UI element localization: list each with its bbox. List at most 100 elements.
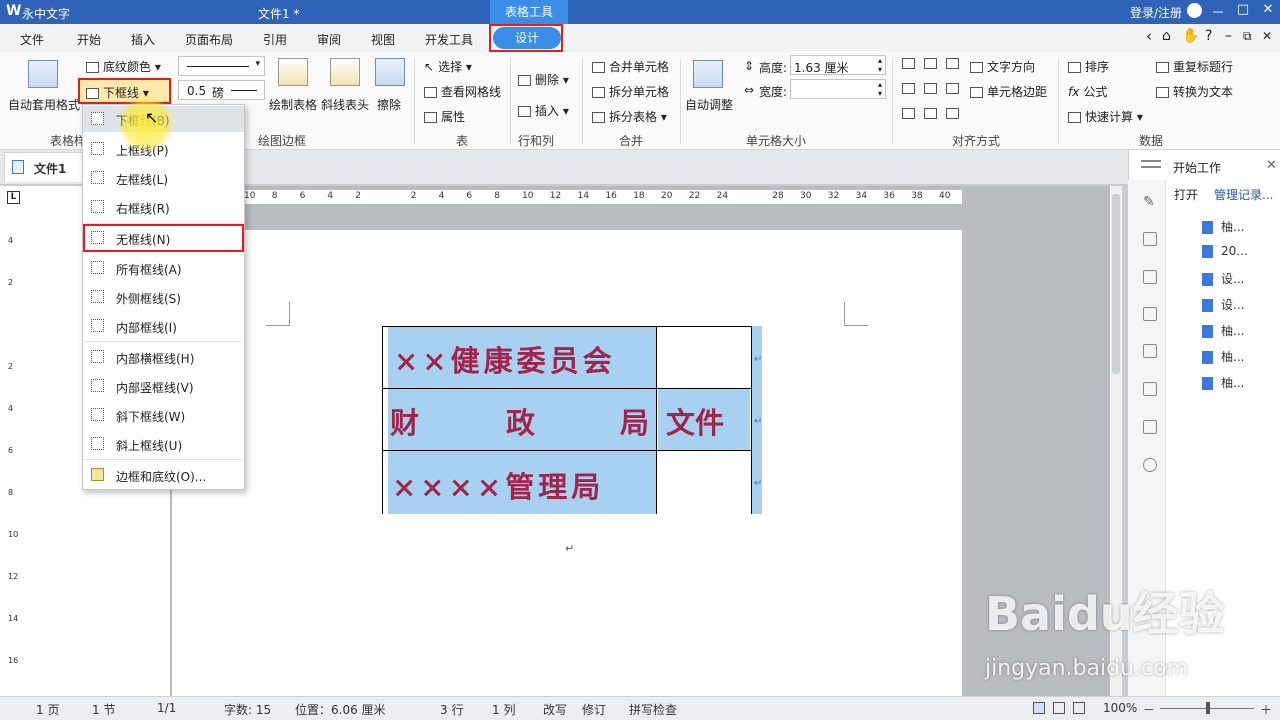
- layers-icon[interactable]: [1143, 270, 1157, 284]
- align-bottom-center-icon[interactable]: [924, 108, 937, 119]
- border-menu-item[interactable]: 无框线(N): [83, 224, 244, 252]
- close-button[interactable]: ✕: [1258, 2, 1278, 17]
- doc-close-icon[interactable]: ✕: [1262, 29, 1272, 43]
- recent-file-item[interactable]: 设...: [1202, 270, 1244, 287]
- maximize-button[interactable]: □: [1233, 2, 1253, 17]
- sort-button[interactable]: 排序: [1068, 58, 1109, 75]
- border-menu-item[interactable]: 左框线(L): [83, 165, 244, 191]
- login-link[interactable]: 登录/注册: [1130, 4, 1182, 21]
- line-weight-select[interactable]: 0.5 磅: [178, 80, 265, 100]
- border-menu-item[interactable]: 斜上框线(U): [83, 431, 244, 457]
- help-icon[interactable]: ?: [1205, 28, 1212, 44]
- help-circle-icon[interactable]: [1143, 458, 1157, 472]
- formula-button[interactable]: fx 公式: [1068, 83, 1107, 100]
- close-icon[interactable]: ✕: [1266, 158, 1277, 173]
- quick-calc-button[interactable]: 快速计算 ▾: [1068, 108, 1143, 125]
- auto-fit-button[interactable]: 自动调整: [685, 96, 733, 113]
- menu-view[interactable]: 视图: [371, 31, 395, 48]
- recent-file-item[interactable]: 柚...: [1202, 322, 1244, 339]
- recent-file-item[interactable]: 柚...: [1202, 374, 1244, 391]
- menu-page-layout[interactable]: 页面布局: [185, 31, 233, 48]
- document-table[interactable]: ××健康委员会 财 政 局 文件 ××××管理局 ↵ ↵ ↵: [382, 326, 762, 514]
- table-cell[interactable]: ××健康委员会: [388, 326, 656, 388]
- shading-button[interactable]: 底纹颜色 ▾: [86, 58, 161, 75]
- table-cell[interactable]: 文件: [658, 388, 750, 450]
- minimize-button[interactable]: －: [1208, 2, 1228, 21]
- zoom-in-icon[interactable]: ＋: [1260, 701, 1272, 718]
- menu-icon[interactable]: [1141, 160, 1161, 168]
- tab-stop-selector[interactable]: L: [7, 191, 20, 204]
- align-top-right-icon[interactable]: [946, 58, 959, 69]
- track-changes-toggle[interactable]: 修订: [582, 701, 606, 718]
- pen-icon[interactable]: ✎: [1143, 194, 1157, 210]
- menu-design[interactable]: 设计: [493, 27, 561, 49]
- home-icon[interactable]: ⌂: [1162, 28, 1171, 44]
- border-menu-item[interactable]: 所有框线(A): [83, 255, 244, 281]
- settings-sliders-icon[interactable]: [1143, 232, 1157, 246]
- align-top-left-icon[interactable]: [902, 58, 915, 69]
- eraser-button[interactable]: 擦除: [377, 96, 401, 113]
- split-table-button[interactable]: 拆分表格 ▾: [592, 108, 667, 125]
- menu-insert[interactable]: 插入: [131, 31, 155, 48]
- menu-developer[interactable]: 开发工具: [425, 31, 473, 48]
- recent-file-item[interactable]: 柚...: [1202, 348, 1244, 365]
- view-gridlines-button[interactable]: 查看网格线: [424, 83, 501, 100]
- delete-button[interactable]: 删除 ▾: [518, 71, 569, 88]
- lock-icon[interactable]: [1143, 307, 1157, 321]
- align-middle-left-icon[interactable]: [902, 83, 915, 94]
- hand-icon[interactable]: ✋: [1182, 28, 1199, 44]
- recent-file-item[interactable]: 柚...: [1202, 218, 1244, 235]
- recent-file-item[interactable]: 20...: [1202, 244, 1248, 258]
- spell-check-toggle[interactable]: 拼写检查: [629, 701, 677, 718]
- convert-text-button[interactable]: 转换为文本: [1156, 83, 1233, 100]
- text-direction-button[interactable]: 文字方向: [970, 58, 1035, 75]
- page-view-icon[interactable]: [1033, 702, 1045, 714]
- merge-cells-button[interactable]: 合并单元格: [592, 58, 669, 75]
- user-avatar-icon[interactable]: [1187, 3, 1202, 18]
- auto-format-button[interactable]: 自动套用格式: [8, 96, 80, 113]
- repeat-header-button[interactable]: 重复标题行: [1156, 58, 1233, 75]
- align-bottom-right-icon[interactable]: [946, 108, 959, 119]
- recent-file-item[interactable]: 设...: [1202, 296, 1244, 313]
- menu-review[interactable]: 审阅: [317, 31, 341, 48]
- width-input[interactable]: ▴ ▾: [790, 79, 886, 99]
- menu-file[interactable]: 文件: [20, 31, 44, 48]
- draw-table-button[interactable]: 绘制表格: [269, 96, 317, 113]
- border-menu-item[interactable]: 右框线(R): [83, 194, 244, 220]
- status-word-count[interactable]: 字数: 15: [224, 701, 271, 718]
- outline-view-icon[interactable]: [1073, 702, 1085, 714]
- restore-icon[interactable]: ⧉: [1243, 29, 1252, 44]
- zoom-slider-handle[interactable]: [1206, 702, 1210, 714]
- align-middle-center-icon[interactable]: [924, 83, 937, 94]
- web-view-icon[interactable]: [1053, 702, 1065, 714]
- height-input[interactable]: 1.63 厘米 ▴ ▾: [790, 55, 886, 75]
- align-bottom-left-icon[interactable]: [902, 108, 915, 119]
- table-cell[interactable]: ××××管理局: [388, 450, 656, 514]
- collapse-icon[interactable]: ‹: [1146, 27, 1152, 45]
- align-top-center-icon[interactable]: [924, 58, 937, 69]
- zoom-out-icon[interactable]: －: [1143, 701, 1155, 718]
- clipboard-icon[interactable]: [1143, 344, 1157, 358]
- ribbon-minimize-icon[interactable]: –: [1225, 28, 1232, 44]
- menu-references[interactable]: 引用: [263, 31, 287, 48]
- diagonal-header-button[interactable]: 斜线表头: [321, 96, 369, 113]
- overwrite-toggle[interactable]: 改写: [543, 701, 567, 718]
- manage-records-link[interactable]: 管理记录...: [1214, 186, 1273, 203]
- open-link[interactable]: 打开: [1174, 186, 1198, 203]
- table-cell[interactable]: 财 政 局: [388, 388, 656, 450]
- document-tab[interactable]: 文件1: [4, 152, 84, 182]
- properties-button[interactable]: 属性: [424, 108, 465, 125]
- insert-button[interactable]: 插入 ▾: [518, 102, 569, 119]
- border-menu-item[interactable]: 斜下框线(W): [83, 402, 244, 428]
- scroll-thumb[interactable]: [1112, 194, 1120, 374]
- border-menu-item[interactable]: 内部竖框线(V): [83, 373, 244, 399]
- align-middle-right-icon[interactable]: [946, 83, 959, 94]
- zoom-level[interactable]: 100%: [1103, 701, 1137, 715]
- copy-icon[interactable]: [1143, 382, 1157, 396]
- edit-icon[interactable]: [1143, 420, 1157, 434]
- menu-home[interactable]: 开始: [77, 31, 101, 48]
- border-menu-item[interactable]: 外侧框线(S): [83, 284, 244, 310]
- line-style-select[interactable]: ▾: [178, 56, 265, 76]
- cell-margins-button[interactable]: 单元格边距: [970, 83, 1047, 100]
- split-cells-button[interactable]: 拆分单元格: [592, 83, 669, 100]
